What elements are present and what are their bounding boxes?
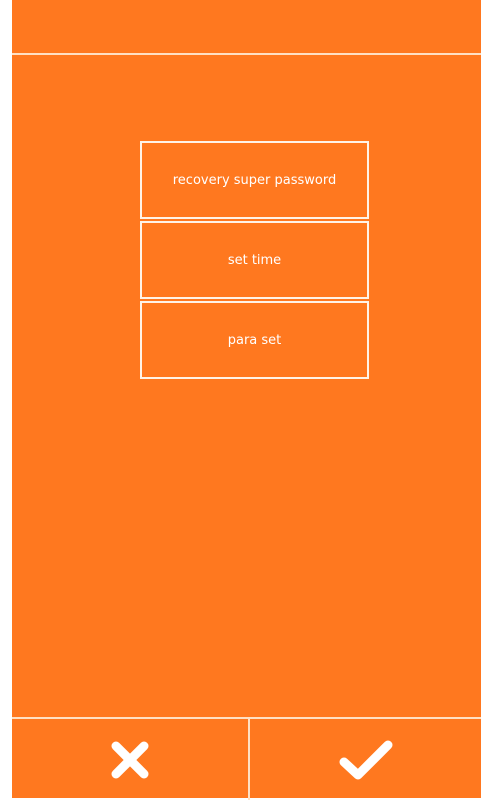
menu-item-label: para set [227, 332, 282, 348]
menu-item-label: set time [227, 252, 282, 268]
check-icon [339, 740, 392, 779]
set-time-button[interactable]: set time [140, 221, 369, 299]
menu-item-label: recovery super password [172, 172, 337, 188]
footer-bar [12, 717, 481, 800]
para-set-button[interactable]: para set [140, 301, 369, 379]
cancel-button[interactable] [12, 719, 250, 800]
settings-screen: recovery super password set time para se… [12, 0, 481, 800]
recovery-super-password-button[interactable]: recovery super password [140, 141, 369, 219]
close-icon [111, 741, 149, 778]
confirm-button[interactable] [250, 719, 481, 800]
settings-menu: recovery super password set time para se… [140, 141, 369, 381]
header-bar [12, 0, 481, 55]
